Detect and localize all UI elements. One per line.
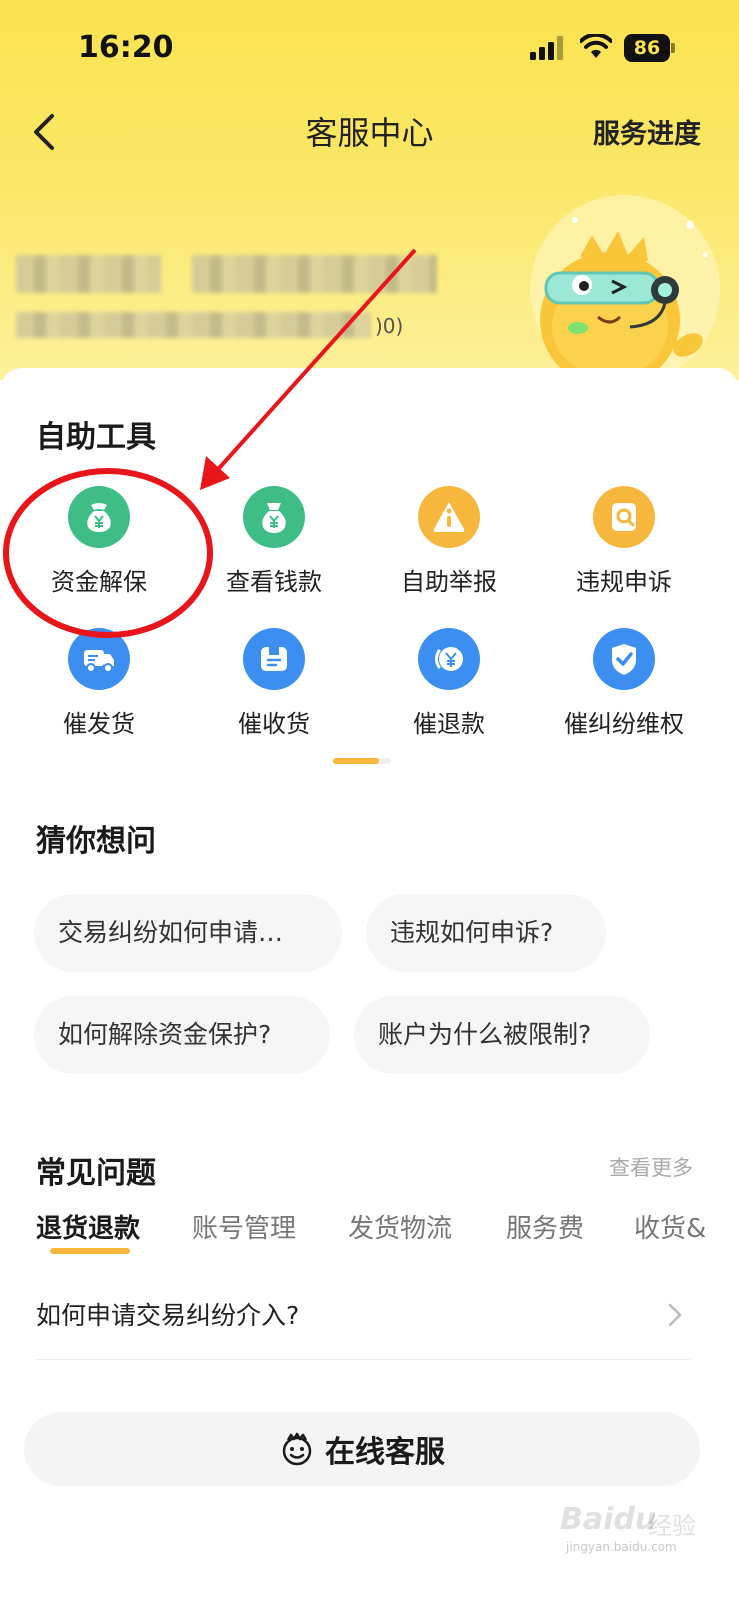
- guess-question-chip[interactable]: 交易纠纷如何申请…: [34, 894, 342, 972]
- check-icon: [593, 628, 655, 690]
- online-service-button[interactable]: 在线客服: [24, 1412, 700, 1486]
- chevron-right-icon: [668, 1303, 682, 1327]
- tool-urge-refund[interactable]: 催退款: [374, 628, 524, 739]
- guess-title: 猜你想问: [36, 824, 156, 859]
- tool-label: 查看钱款: [226, 568, 322, 596]
- yuan-bag-icon: [68, 486, 130, 548]
- tab-shipping-logistics[interactable]: 发货物流: [348, 1208, 452, 1245]
- info-icon: [418, 486, 480, 548]
- blurred-account-name: [16, 255, 161, 293]
- view-more-link[interactable]: 查看更多: [609, 1152, 693, 1182]
- blurred-account-id: [192, 255, 437, 293]
- blurred-account-suffix: )0): [375, 314, 404, 338]
- tool-view-money[interactable]: 查看钱款: [199, 486, 349, 597]
- status-time: 16:20: [78, 30, 174, 65]
- mascot-face-icon: [282, 1432, 312, 1466]
- wifi-icon: [580, 34, 612, 58]
- appeal-icon: [593, 486, 655, 548]
- tool-label: 自助举报: [401, 568, 497, 596]
- self-service-title: 自助工具: [36, 420, 156, 455]
- battery-level: 86: [624, 34, 670, 62]
- money-bag-icon: [243, 486, 305, 548]
- tool-label: 资金解保: [51, 568, 147, 596]
- tool-urge-dispute[interactable]: 催纠纷维权: [549, 628, 699, 739]
- watermark-brand: Baidu: [560, 1502, 657, 1537]
- tool-self-report[interactable]: 自助举报: [374, 486, 524, 597]
- active-tab-underline: [50, 1248, 130, 1254]
- back-arrow-icon[interactable]: [28, 112, 64, 152]
- faq-question: 如何申请交易纠纷介入?: [36, 1301, 300, 1330]
- faq-tabs: 退货退款 账号管理 发货物流 服务费 收货&: [36, 1208, 739, 1268]
- tool-label: 催收货: [238, 710, 310, 738]
- truck-icon: [68, 628, 130, 690]
- tool-label: 催纠纷维权: [564, 710, 684, 738]
- guess-question-chip[interactable]: 如何解除资金保护?: [34, 996, 330, 1074]
- battery-tip: [671, 43, 675, 53]
- tab-service-fee[interactable]: 服务费: [506, 1208, 584, 1245]
- tab-receiving[interactable]: 收货&: [634, 1208, 706, 1245]
- nav-bar: 客服中心 服务进度: [0, 100, 739, 164]
- tool-label: 催发货: [63, 710, 135, 738]
- tools-page-indicator-active: [333, 758, 379, 764]
- faq-list-item[interactable]: 如何申请交易纠纷介入?: [36, 1274, 690, 1360]
- faq-title: 常见问题: [36, 1156, 156, 1191]
- tools-page-indicator: [333, 758, 391, 764]
- battery-indicator: 86: [624, 34, 675, 62]
- tool-fund-release[interactable]: 资金解保: [24, 486, 174, 597]
- mascot-illustration: [530, 195, 720, 380]
- tab-returns-refunds[interactable]: 退货退款: [36, 1208, 140, 1245]
- guess-question-chip[interactable]: 账户为什么被限制?: [354, 996, 650, 1074]
- refund-icon: [418, 628, 480, 690]
- status-bar: 16:20 86: [0, 0, 739, 96]
- tab-account-management[interactable]: 账号管理: [192, 1208, 296, 1245]
- cellular-signal-icon: [530, 36, 563, 60]
- watermark-suffix: 经验: [648, 1512, 696, 1540]
- tool-urge-receipt[interactable]: 催收货: [199, 628, 349, 739]
- package-icon: [243, 628, 305, 690]
- tool-urge-shipping[interactable]: 催发货: [24, 628, 174, 739]
- tool-label: 催退款: [413, 710, 485, 738]
- blurred-account-detail: [16, 312, 371, 338]
- online-service-label: 在线客服: [325, 1435, 445, 1470]
- watermark-url: jingyan.baidu.com: [566, 1540, 677, 1554]
- guess-question-chip[interactable]: 违规如何申诉?: [366, 894, 606, 972]
- tool-label: 违规申诉: [576, 568, 672, 596]
- baidu-watermark: Baidu 经验 jingyan.baidu.com: [556, 1500, 736, 1560]
- service-progress-link[interactable]: 服务进度: [593, 112, 701, 151]
- tool-violation-appeal[interactable]: 违规申诉: [549, 486, 699, 597]
